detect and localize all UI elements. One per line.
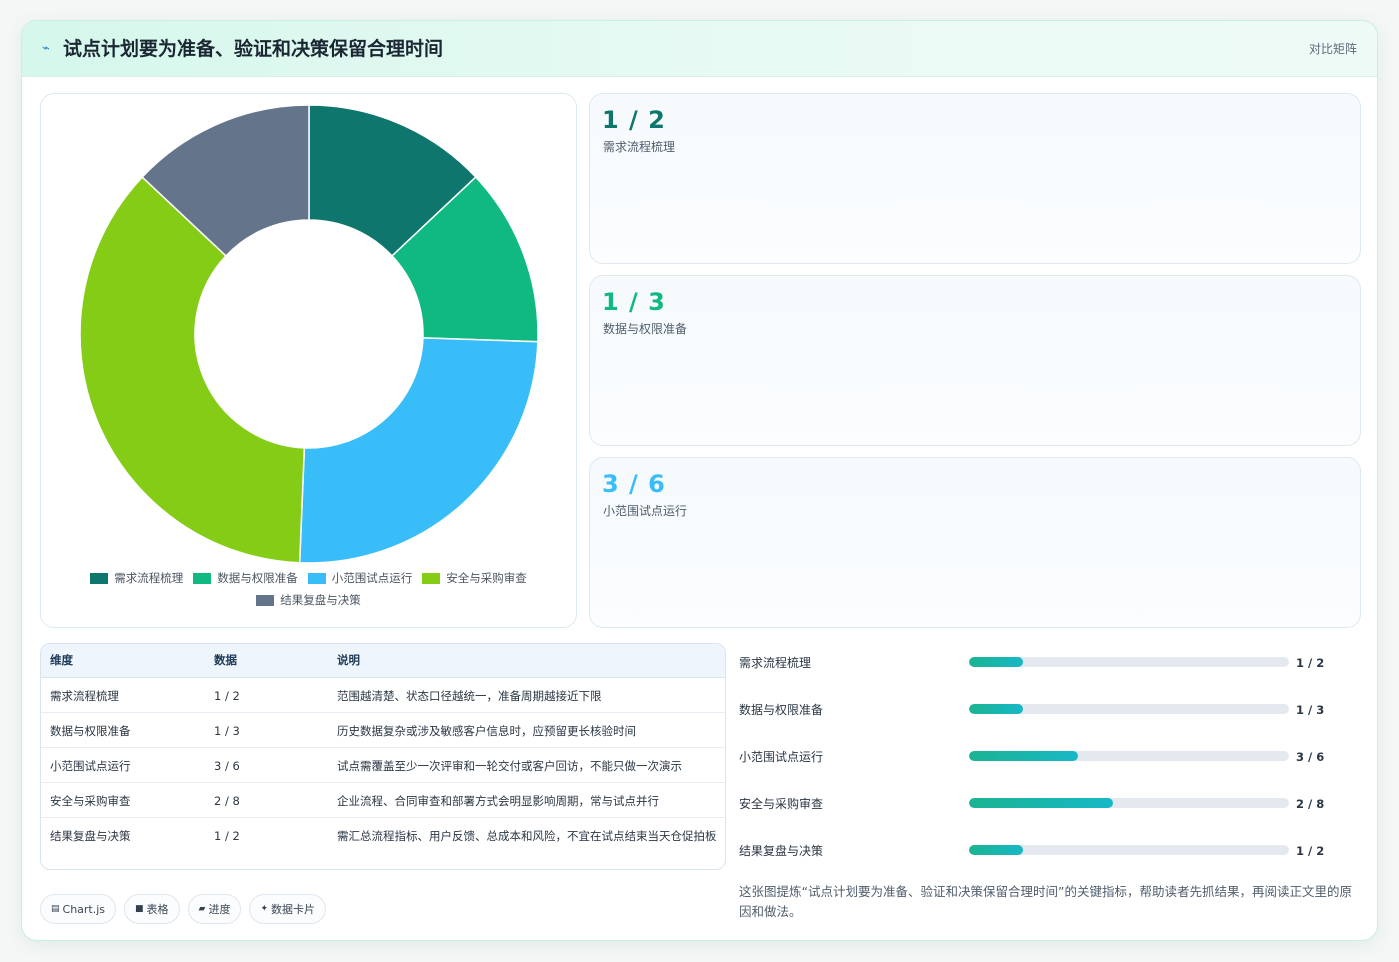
legend-swatch [90, 572, 109, 584]
table-header: 说明 [328, 644, 725, 678]
table-cell: 数据与权限准备 [41, 712, 205, 748]
table-cell: 1 / 3 [205, 712, 328, 748]
progress-value: 1 / 2 [1296, 844, 1325, 858]
progress-label: 小范围试点运行 [739, 750, 824, 764]
legend-label: 需求流程梳理 [114, 571, 184, 585]
table-row: 安全与采购审查 2 / 8 企业流程、合同审查和部署方式会明显影响周期，常与试点… [41, 782, 725, 818]
progress-value: 1 / 2 [1296, 656, 1325, 670]
legend-swatch [307, 572, 326, 584]
legend-swatch [193, 572, 212, 584]
progress-icon: ▰ [198, 904, 206, 914]
progress-list: 需求流程梳理 1 / 2 数据与权限准备 1 / 3 小范围试点运行 3 / 6… [739, 643, 1359, 878]
progress-label: 安全与采购审查 [739, 797, 824, 811]
progress-value: 2 / 8 [1296, 797, 1325, 811]
kpi-label: 数据与权限准备 [603, 322, 688, 336]
table-row: 结果复盘与决策 1 / 2 需汇总流程指标、用户反馈、总成本和风险，不宜在试点结… [41, 817, 725, 869]
progress-row: 小范围试点运行 3 / 6 [739, 737, 1359, 784]
progress-fill [969, 751, 1078, 761]
trend-icon: ⌁ [42, 41, 50, 56]
chart-icon: ▤ [51, 904, 60, 914]
chip-label: Chart.js [62, 902, 106, 916]
legend-item[interactable]: 需求流程梳理 [90, 570, 183, 586]
table-cell: 企业流程、合同审查和部署方式会明显影响周期，常与试点并行 [328, 782, 725, 818]
table-cell: 1 / 2 [205, 677, 328, 713]
kpi-value: 1 / 3 [602, 288, 666, 316]
table-cell: 结果复盘与决策 [50, 828, 131, 843]
kpi-card: 1 / 2 需求流程梳理 [589, 93, 1361, 264]
chip-label: 进度 [208, 903, 231, 916]
kpi-value: 3 / 6 [602, 470, 666, 498]
legend-label: 安全与采购审查 [446, 571, 527, 585]
progress-label: 数据与权限准备 [739, 703, 824, 717]
table-cell: 2 / 8 [205, 782, 328, 818]
kpi-label: 小范围试点运行 [603, 504, 688, 518]
progress-track [969, 657, 1289, 667]
main-card: ⌁ 试点计划要为准备、验证和决策保留合理时间 对比矩阵 需求流程梳理 数据与权限准… [21, 20, 1378, 941]
table-cell: 需求流程梳理 [41, 677, 205, 713]
legend-item[interactable]: 数据与权限准备 [193, 570, 298, 586]
legend-item[interactable]: 安全与采购审查 [422, 570, 527, 586]
legend-label: 结果复盘与决策 [280, 593, 361, 607]
table-row: 小范围试点运行 3 / 6 试点需覆盖至少一次评审和一轮交付或客户回访，不能只做… [41, 747, 725, 783]
progress-fill [969, 657, 1024, 667]
table-row: 需求流程梳理 1 / 2 范围越清楚、状态口径越统一，准备周期越接近下限 [41, 677, 725, 713]
kpi-value: 1 / 2 [602, 106, 666, 134]
tag-chips: ▤ Chart.js ■ 表格 ▰ 进度 ✦ 数据卡片 [40, 894, 327, 924]
legend-swatch [256, 594, 275, 606]
progress-fill [969, 704, 1024, 714]
legend-item[interactable]: 小范围试点运行 [307, 570, 413, 586]
doughnut-slice[interactable] [298, 337, 539, 564]
table-cell: 范围越清楚、状态口径越统一，准备周期越接近下限 [328, 677, 725, 713]
chip-label: 数据卡片 [271, 903, 316, 916]
legend-item[interactable]: 结果复盘与决策 [256, 592, 361, 608]
progress-track [969, 751, 1289, 761]
table-cell: 试点需覆盖至少一次评审和一轮交付或客户回访，不能只做一次演示 [328, 747, 725, 783]
progress-fill [969, 845, 1024, 855]
chip-table[interactable]: ■ 表格 [124, 894, 180, 924]
progress-track [969, 845, 1289, 855]
doughnut-slice[interactable] [79, 176, 306, 564]
progress-row: 安全与采购审查 2 / 8 [739, 784, 1359, 831]
table-header: 维度 [41, 644, 205, 678]
kpi-label: 需求流程梳理 [603, 140, 676, 154]
chip-progress[interactable]: ▰ 进度 [187, 894, 242, 924]
chip-label: 表格 [146, 903, 169, 916]
view-tag: 对比矩阵 [1308, 42, 1357, 56]
summary-note: 这张图提炼“试点计划要为准备、验证和决策保留合理时间”的关键指标，帮助读者先抓结… [739, 884, 1352, 919]
table-cell: 需汇总流程指标、用户反馈、总成本和风险，不宜在试点结束当天仓促拍板 [337, 828, 717, 843]
table-cell: 1 / 2 [214, 828, 240, 843]
table-header: 数据 [205, 644, 328, 678]
doughnut-svg [79, 104, 539, 564]
progress-label: 结果复盘与决策 [739, 844, 824, 858]
progress-row: 数据与权限准备 1 / 3 [739, 690, 1359, 737]
legend-label: 数据与权限准备 [217, 571, 298, 585]
legend-swatch [422, 572, 441, 584]
kpi-card: 1 / 3 数据与权限准备 [589, 275, 1361, 446]
progress-value: 3 / 6 [1296, 750, 1325, 764]
data-table: 维度 数据 说明 需求流程梳理 1 / 2 范围越清楚、状态口径越统一，准备周期… [40, 643, 726, 870]
table-cell: 历史数据复杂或涉及敏感客户信息时，应预留更长核验时间 [328, 712, 725, 748]
doughnut-chart: 需求流程梳理 数据与权限准备 小范围试点运行 安全与采购审查 结果复盘与决策 [40, 93, 577, 628]
sparkle-icon: ✦ [260, 904, 269, 914]
chart-legend: 需求流程梳理 数据与权限准备 小范围试点运行 安全与采购审查 结果复盘与决策 [41, 567, 576, 611]
table-header-row: 维度 数据 说明 [41, 644, 725, 678]
table-icon: ■ [135, 904, 144, 914]
progress-row: 需求流程梳理 1 / 2 [739, 643, 1359, 690]
chip-chartjs[interactable]: ▤ Chart.js [40, 894, 117, 924]
table-cell: 小范围试点运行 [41, 747, 205, 783]
progress-track [969, 798, 1289, 808]
progress-value: 1 / 3 [1296, 703, 1325, 717]
table-cell: 安全与采购审查 [41, 782, 205, 818]
chip-data-cards[interactable]: ✦ 数据卡片 [249, 894, 327, 924]
table-row: 数据与权限准备 1 / 3 历史数据复杂或涉及敏感客户信息时，应预留更长核验时间 [41, 712, 725, 748]
page-title: 试点计划要为准备、验证和决策保留合理时间 [63, 38, 444, 60]
table-cell: 3 / 6 [205, 747, 328, 783]
header: ⌁ 试点计划要为准备、验证和决策保留合理时间 对比矩阵 [22, 21, 1377, 77]
progress-row: 结果复盘与决策 1 / 2 [739, 831, 1359, 878]
kpi-card: 3 / 6 小范围试点运行 [589, 457, 1361, 628]
progress-track [969, 704, 1289, 714]
progress-label: 需求流程梳理 [739, 656, 812, 670]
legend-label: 小范围试点运行 [331, 571, 413, 585]
progress-fill [969, 798, 1113, 808]
